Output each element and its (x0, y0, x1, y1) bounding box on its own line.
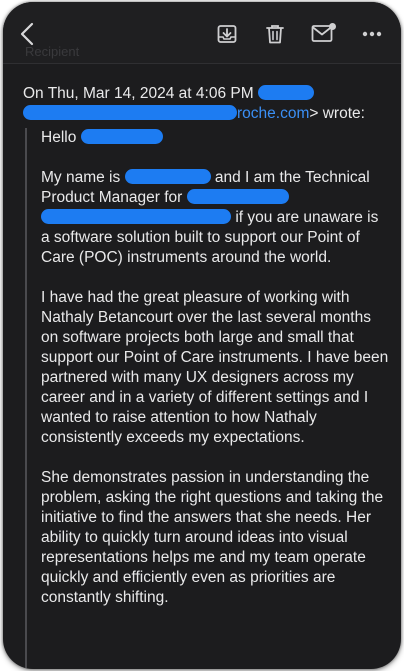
archive-button[interactable] (215, 22, 239, 46)
attribution-line-1: On Thu, Mar 14, 2024 at 4:06 PM (23, 84, 389, 104)
redacted-recipient-name (80, 129, 163, 144)
redacted-author-name (124, 169, 211, 184)
archive-icon (217, 25, 237, 43)
redacted-sender-name (257, 85, 314, 100)
attribution-suffix: > wrote: (309, 105, 365, 122)
redacted-product-name (186, 189, 289, 204)
back-button[interactable] (15, 20, 39, 48)
paragraph-recommendation: I have had the great pleasure of working… (41, 289, 389, 446)
redacted-product-line (41, 209, 231, 224)
sender-email-link[interactable]: roche.com (237, 105, 309, 122)
more-button[interactable] (359, 24, 385, 44)
trash-button[interactable] (263, 22, 287, 46)
greeting: Hello (41, 128, 391, 148)
email-body: On Thu, Mar 14, 2024 at 4:06 PM roche.co… (3, 64, 401, 669)
quoted-message: Hello My name is and I am the Technical … (25, 128, 391, 669)
chevron-left-icon (20, 22, 34, 46)
mark-unread-button[interactable] (309, 20, 339, 46)
paragraph-intro: My name is and I am the Technical Produc… (41, 169, 379, 266)
trash-icon (266, 25, 284, 44)
mail-unread-icon (311, 23, 336, 42)
attribution-date: On Thu, Mar 14, 2024 at 4:06 PM (23, 85, 254, 102)
paragraph-strengths: She demonstrates passion in understandin… (41, 469, 384, 606)
quote-attribution: On Thu, Mar 14, 2024 at 4:06 PM roche.co… (23, 84, 389, 124)
attribution-line-2: roche.com> wrote: (23, 104, 389, 124)
toolbar: Recipient (3, 2, 401, 64)
more-icon (362, 31, 382, 37)
redacted-sender-email (23, 105, 237, 120)
phone-frame: Recipient On Thu, Mar 14, 2024 at 4:06 P… (3, 2, 401, 669)
